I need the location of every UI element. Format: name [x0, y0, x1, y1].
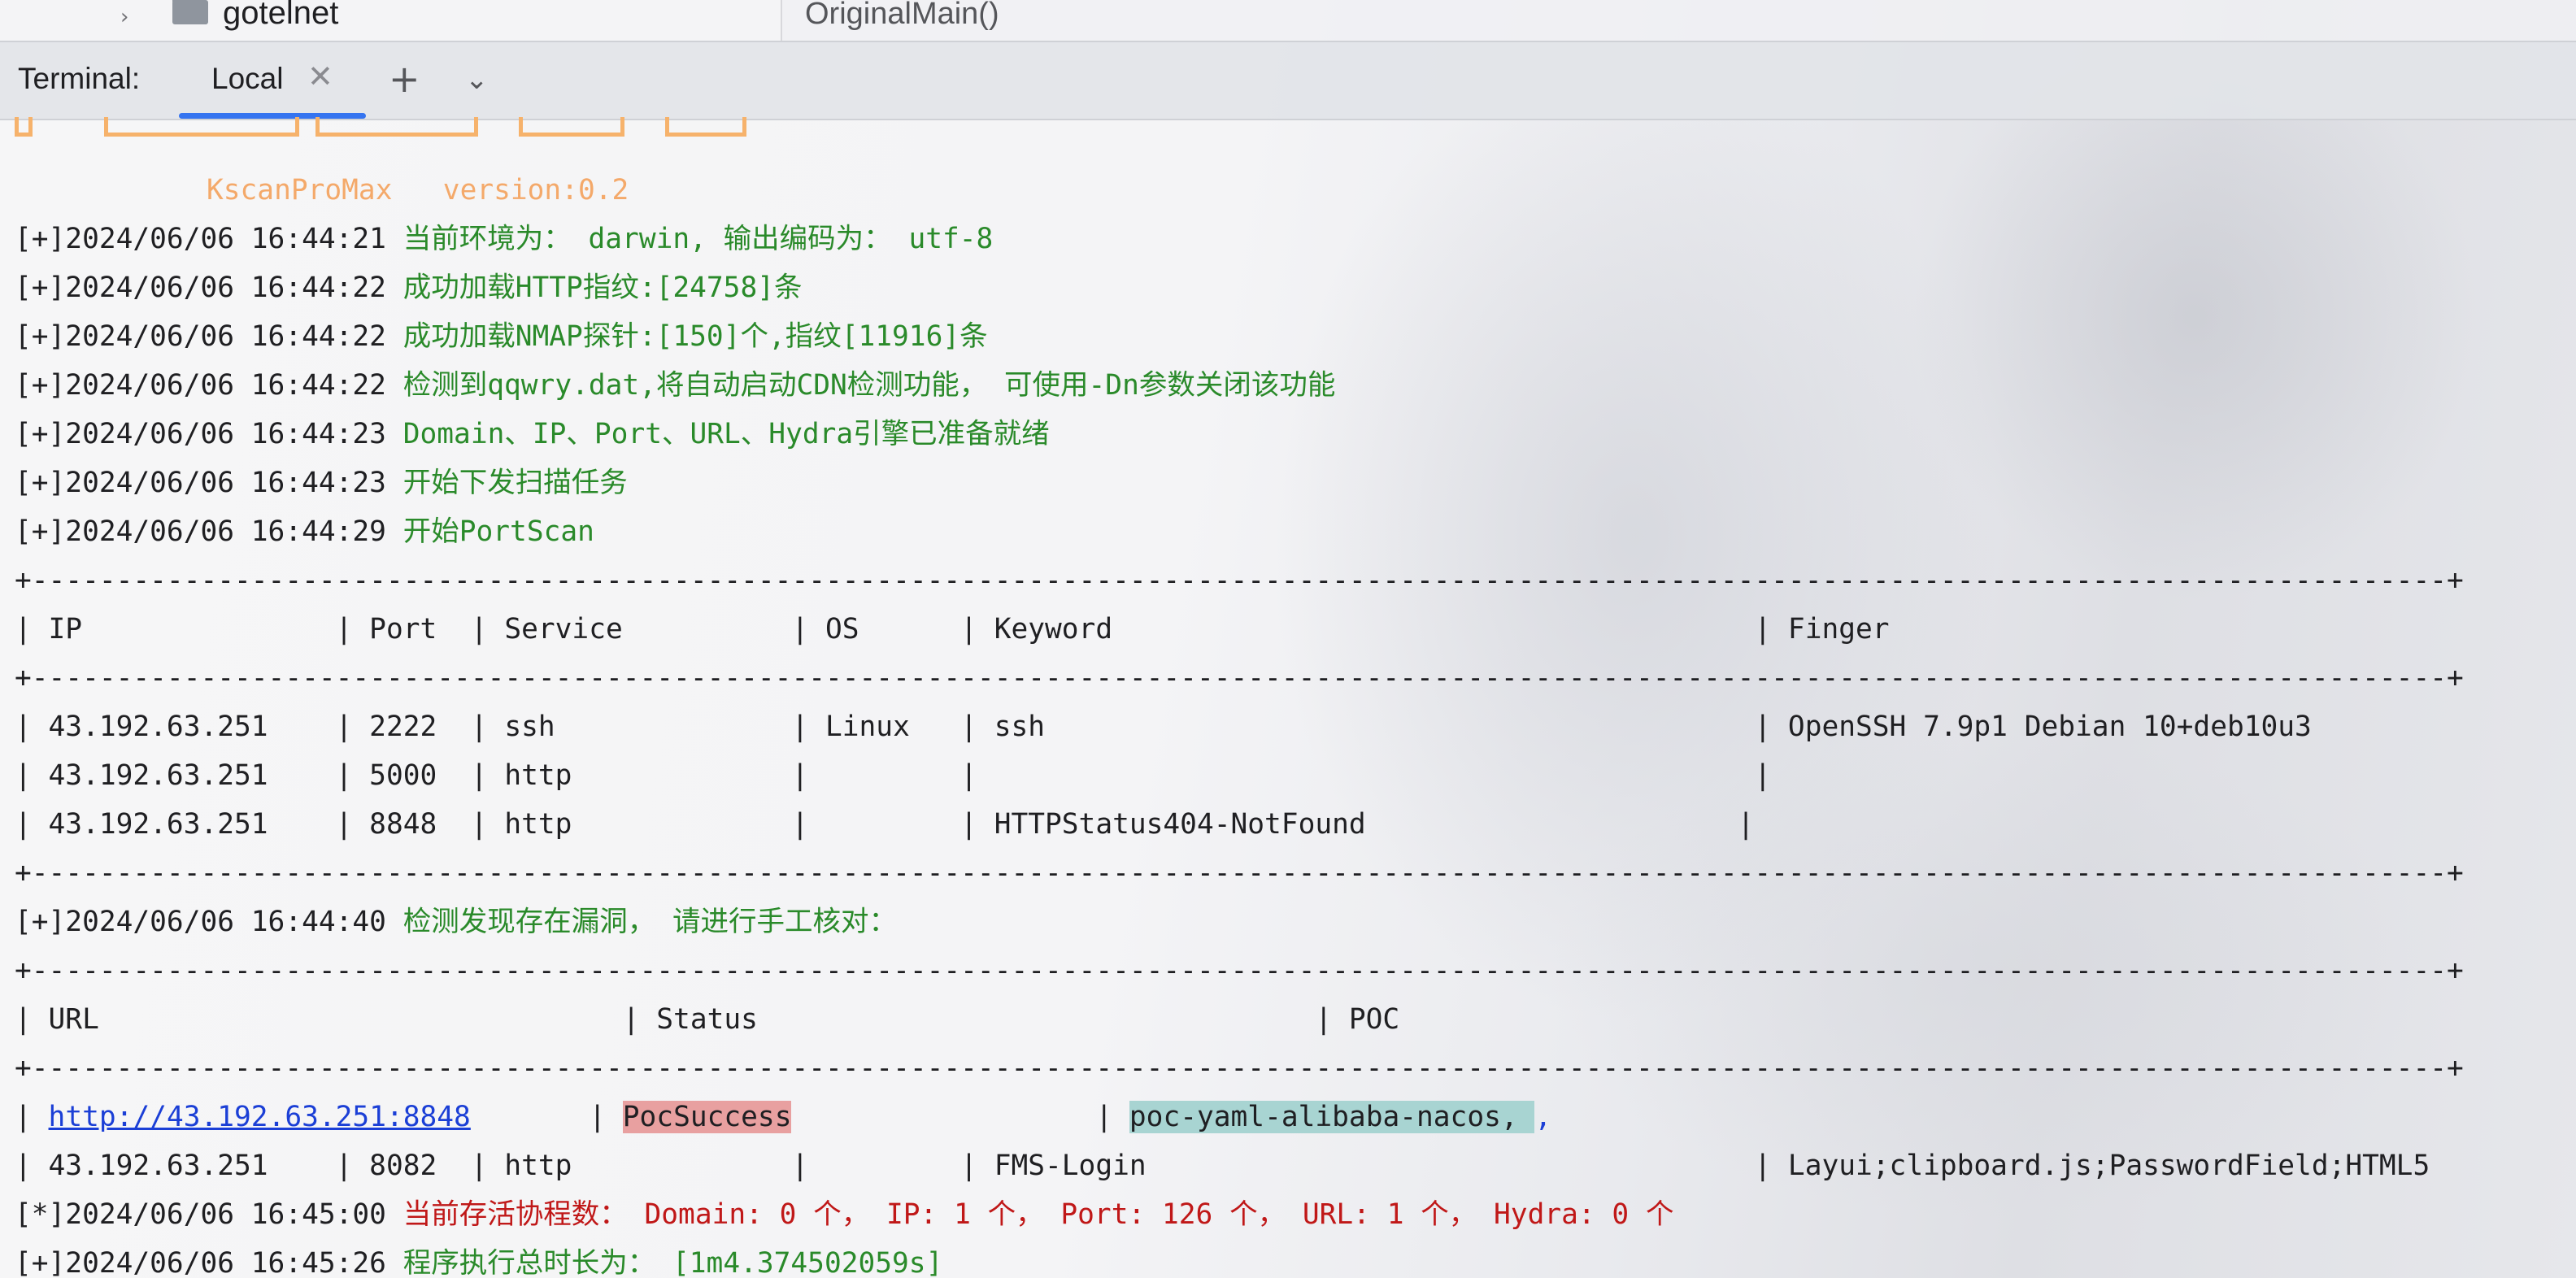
banner-glyph — [519, 117, 624, 137]
log-timestamp: [+]2024/06/06 16:44:29 — [15, 515, 403, 548]
table-row: | 43.192.63.251 | 8082 | http | | FMS-Lo… — [15, 1150, 2430, 1182]
tool-version: version:0.2 — [442, 174, 629, 206]
tree-item-label[interactable]: gotelnet — [223, 0, 338, 32]
new-tab-plus-icon[interactable]: + — [389, 57, 420, 101]
table-border: +---------------------------------------… — [15, 954, 2464, 987]
table-header: | IP | Port | Service | OS | Keyword | F… — [15, 613, 1890, 646]
table-border: +---------------------------------------… — [15, 1052, 2464, 1085]
log-timestamp: [+]2024/06/06 16:45:26 — [15, 1247, 403, 1278]
terminal-tab-bar: Terminal: Local ✕ + ⌄ — [0, 41, 2576, 120]
tool-name: KscanProMax — [207, 174, 393, 206]
log-line: [+]2024/06/06 16:44:21 当前环境为： darwin, 输出… — [15, 215, 993, 263]
table-row: | 43.192.63.251 | 2222 | ssh | Linux | s… — [15, 711, 2312, 743]
poc-name: poc-yaml-alibaba-nacos, — [1129, 1101, 1535, 1133]
status-message: 当前存活协程数： Domain: 0 个， IP: 1 个， Port: 126… — [402, 1198, 1674, 1231]
log-timestamp: [+]2024/06/06 16:44:23 — [15, 418, 403, 450]
log-line: [+]2024/06/06 16:44:40 检测发现存在漏洞， 请进行手工核对… — [15, 898, 897, 946]
row-sep: | — [15, 1101, 49, 1133]
log-message: 开始PortScan — [402, 515, 594, 548]
log-line: [+]2024/06/06 16:44:23 开始下发扫描任务 — [15, 459, 628, 507]
log-line: [+]2024/06/06 16:44:29 开始PortScan — [15, 507, 594, 556]
table-border: +---------------------------------------… — [15, 662, 2464, 694]
log-line: [+]2024/06/06 16:44:23 Domain、IP、Port、UR… — [15, 410, 1050, 459]
editor-breadcrumb[interactable]: OriginalMain() — [805, 0, 999, 32]
log-message: 检测到qqwry.dat,将自动启动CDN检测功能， 可使用-Dn参数关闭该功能 — [402, 369, 1336, 402]
table-row: | 43.192.63.251 | 5000 | http | | | — [15, 759, 1772, 792]
banner-glyph — [665, 117, 746, 137]
folder-icon — [172, 0, 208, 24]
poc-tail: , — [1534, 1101, 1552, 1133]
table-row: | http://43.192.63.251:8848 | PocSuccess… — [15, 1093, 1551, 1141]
table-header: | URL | Status | POC — [15, 1003, 1400, 1036]
tab-label[interactable]: Local — [211, 62, 283, 96]
banner-version-line: KscanProMax version:0.2 — [207, 166, 629, 215]
row-sep: | — [791, 1101, 1129, 1133]
log-message: 当前环境为： darwin, 输出编码为： utf-8 — [402, 223, 994, 255]
log-message: Domain、IP、Port、URL、Hydra引擎已准备就绪 — [402, 418, 1050, 450]
log-line: [+]2024/06/06 16:44:22 成功加载HTTP指纹:[24758… — [15, 263, 802, 312]
log-timestamp: [+]2024/06/06 16:44:22 — [15, 272, 403, 304]
log-timestamp: [+]2024/06/06 16:44:22 — [15, 320, 403, 353]
banner-glyph — [104, 117, 299, 137]
vuln-url-link[interactable]: http://43.192.63.251:8848 — [49, 1101, 471, 1133]
log-line: [+]2024/06/06 16:45:26 程序执行总时长为： [1m4.37… — [15, 1239, 942, 1278]
log-message: 成功加载NMAP探针:[150]个,指纹[11916]条 — [402, 320, 988, 353]
terminal-title: Terminal: — [18, 62, 141, 95]
top-strip: › gotelnet OriginalMain() — [0, 0, 2576, 41]
log-timestamp: [+]2024/06/06 16:44:21 — [15, 223, 403, 255]
ascii-banner — [15, 117, 828, 150]
log-message: 开始下发扫描任务 — [402, 467, 628, 499]
log-timestamp: [+]2024/06/06 16:44:22 — [15, 369, 403, 402]
table-border: +---------------------------------------… — [15, 564, 2464, 597]
project-tree-pane: › gotelnet — [0, 0, 782, 41]
banner-glyph — [315, 117, 478, 137]
row-sep: | — [470, 1101, 623, 1133]
editor-pane: OriginalMain() — [782, 0, 2576, 41]
table-border: +---------------------------------------… — [15, 857, 2464, 889]
tab-local[interactable]: Local ✕ — [179, 42, 366, 119]
chevron-right-icon[interactable]: › — [120, 5, 128, 29]
log-timestamp: [+]2024/06/06 16:44:23 — [15, 467, 403, 499]
table-row: | 43.192.63.251 | 8848 | http | | HTTPSt… — [15, 808, 1755, 841]
status-badge: PocSuccess — [622, 1101, 792, 1133]
chevron-down-icon[interactable]: ⌄ — [465, 63, 489, 96]
log-line: [+]2024/06/06 16:44:22 成功加载NMAP探针:[150]个… — [15, 312, 988, 361]
log-timestamp: [*]2024/06/06 16:45:00 — [15, 1198, 403, 1231]
log-timestamp: [+]2024/06/06 16:44:40 — [15, 906, 403, 938]
banner-glyph — [15, 117, 33, 137]
log-message: 检测发现存在漏洞， 请进行手工核对： — [402, 906, 898, 938]
log-message: 程序执行总时长为： [1m4.374502059s] — [402, 1247, 943, 1278]
terminal-output[interactable]: KscanProMax version:0.2 [+]2024/06/06 16… — [15, 117, 2568, 1278]
close-icon[interactable]: ✕ — [307, 59, 333, 94]
log-message: 成功加载HTTP指纹:[24758]条 — [402, 272, 803, 304]
log-line: [+]2024/06/06 16:44:22 检测到qqwry.dat,将自动启… — [15, 361, 1335, 410]
status-line: [*]2024/06/06 16:45:00 当前存活协程数： Domain: … — [15, 1190, 1673, 1239]
